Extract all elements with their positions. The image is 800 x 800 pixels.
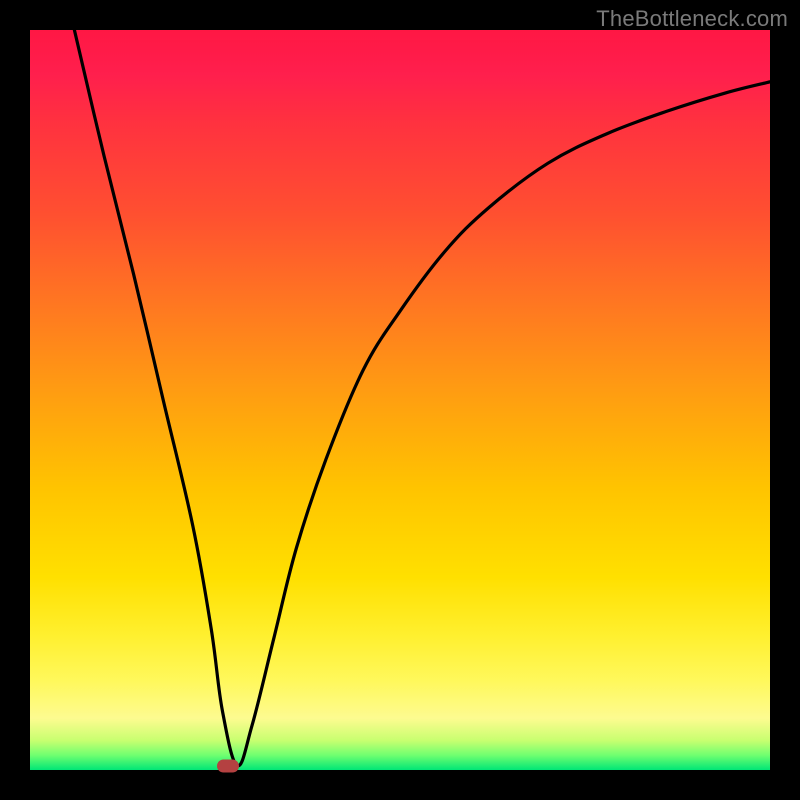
watermark-text: TheBottleneck.com <box>596 6 788 32</box>
curve-path <box>74 30 770 766</box>
chart-frame: TheBottleneck.com <box>0 0 800 800</box>
plot-area <box>30 30 770 770</box>
curve-svg <box>30 30 770 770</box>
minimum-marker <box>217 759 239 772</box>
